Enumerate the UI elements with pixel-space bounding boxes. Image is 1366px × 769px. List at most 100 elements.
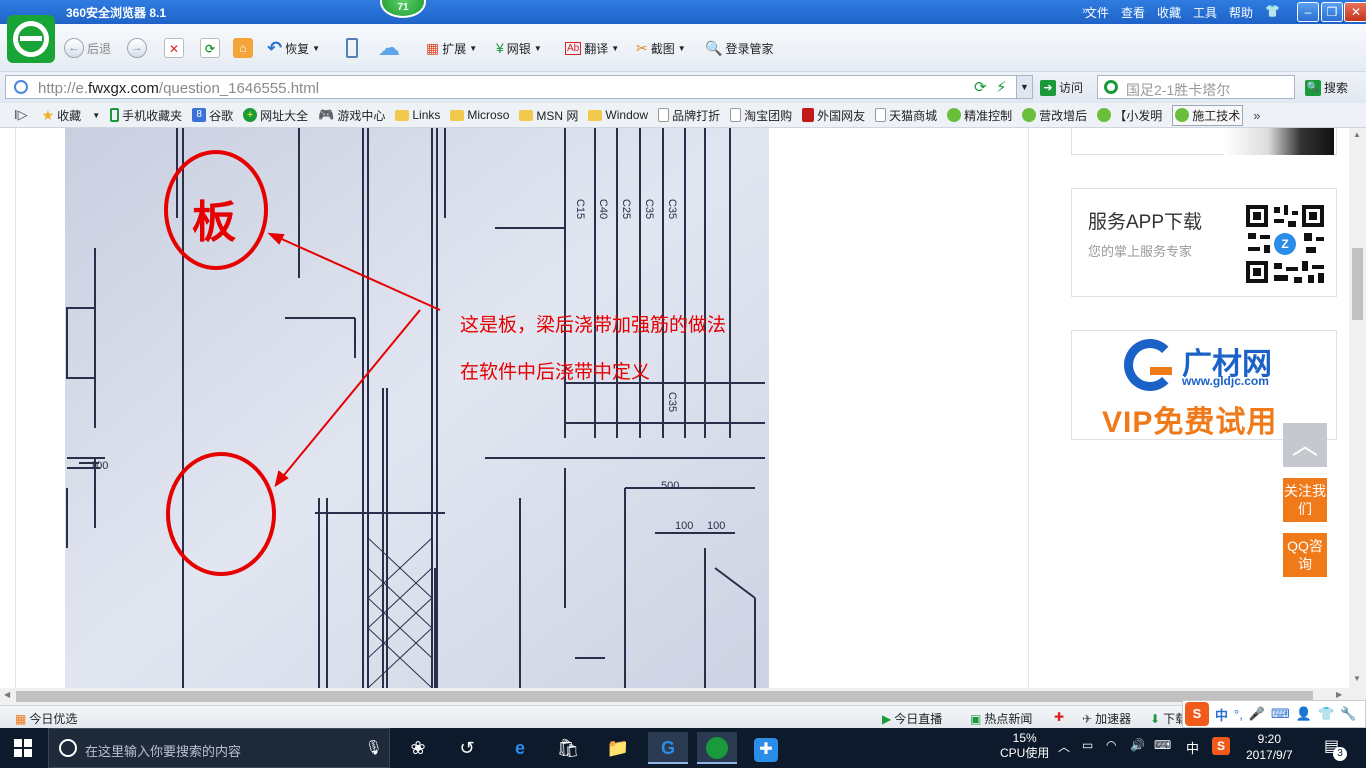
notification-badge[interactable]: 71 <box>380 0 426 18</box>
fav-item-brand[interactable]: 品牌打折 <box>658 107 720 124</box>
360-browser-task-icon[interactable] <box>697 732 737 764</box>
edge-browser-icon[interactable]: e <box>500 732 540 764</box>
home-button[interactable]: ⌂ <box>233 37 253 59</box>
hot-news[interactable]: ▣ 热点新闻 <box>970 710 1032 727</box>
remote-tool-icon[interactable]: ✚ <box>746 732 786 764</box>
today-live[interactable]: ▶ 今日直播 <box>882 710 942 727</box>
wifi-icon[interactable]: ◠ <box>1106 738 1116 752</box>
url-dropdown-icon[interactable]: ▼ <box>1016 76 1032 98</box>
follow-us-button[interactable]: 关注我们 <box>1283 478 1327 522</box>
store-icon[interactable]: 🛍 <box>548 732 588 764</box>
stop-button[interactable]: ✕ <box>164 37 184 59</box>
fav-item-invention[interactable]: 【小发明 <box>1097 107 1162 124</box>
restore-button[interactable]: ❐ <box>1321 2 1343 22</box>
punctuation-icon[interactable]: °, <box>1234 707 1243 722</box>
scroll-left-icon[interactable]: ◀ <box>4 690 10 699</box>
more-favorites-icon[interactable]: » <box>1253 108 1260 123</box>
bank-button[interactable]: ¥ 网银 ▼ <box>496 37 542 59</box>
sidebar-toggle-icon[interactable]: I▷ <box>14 107 28 123</box>
skin-shirt-icon[interactable]: 👕 <box>1265 4 1280 21</box>
windows-start-icon[interactable] <box>14 739 32 757</box>
fav-item-precise[interactable]: 精准控制 <box>947 107 1012 124</box>
lightning-speed-icon[interactable]: ⚡ <box>996 78 1007 96</box>
prev-card[interactable] <box>1071 128 1337 155</box>
cloud-button[interactable]: ☁ <box>378 35 400 60</box>
sogou-tray-icon[interactable]: S <box>1212 737 1230 755</box>
ime-toolbar[interactable]: S 中 °, 🎤 ⌨ 👤 👕 🔧 <box>1182 700 1366 728</box>
fav-item-mobile[interactable]: 手机收藏夹 <box>110 107 182 124</box>
vertical-scrollbar[interactable]: ▲ ▼ <box>1349 128 1366 688</box>
fav-item-games[interactable]: 🎮 游戏中心 <box>318 107 385 124</box>
translate-button[interactable]: Ab 翻译 ▼ <box>565 37 619 59</box>
back-button[interactable]: ← 后退 <box>64 37 111 59</box>
go-button[interactable]: ➜ 访问 <box>1040 79 1083 96</box>
search-engine-icon[interactable] <box>1104 80 1118 94</box>
fav-item-tmall[interactable]: 天猫商城 <box>875 107 937 124</box>
url-field[interactable]: http://e.fwxgx.com/question_1646555.html… <box>5 75 1033 99</box>
taskbar-search-box[interactable]: 在这里输入你要搜索的内容 🎙 <box>48 728 390 768</box>
cortana-app-icon[interactable]: ↺ <box>447 732 487 764</box>
search-input[interactable]: 国足2-1胜卡塔尔 <box>1097 75 1295 99</box>
task-view-icon[interactable]: ❀ <box>398 732 438 764</box>
wrench-icon[interactable]: 🔧 <box>1340 706 1356 722</box>
qr-code-icon[interactable]: Z <box>1244 203 1326 285</box>
screenshot-button[interactable]: ✂ 截图 ▼ <box>636 37 686 59</box>
menu-file[interactable]: 文件 <box>1085 4 1109 21</box>
today-picks[interactable]: ▦ 今日优选 <box>15 710 77 727</box>
microphone-icon[interactable]: 🎙 <box>365 739 383 756</box>
scroll-up-icon[interactable]: ▲ <box>1353 130 1361 139</box>
app-download-card[interactable]: 服务APP下载 您的掌上服务专家 Z <box>1071 188 1337 297</box>
refresh-page-icon[interactable]: ⟳ <box>974 78 987 96</box>
fav-item-links[interactable]: Links <box>395 108 440 122</box>
user-icon[interactable]: 👤 <box>1296 706 1312 722</box>
menu-help[interactable]: 帮助 <box>1229 4 1253 21</box>
fav-item-msn[interactable]: MSN 网 <box>519 107 578 124</box>
fav-item-microsoft[interactable]: Microso <box>450 108 509 122</box>
refresh-button[interactable]: ⟳ <box>200 37 220 59</box>
scroll-down-icon[interactable]: ▼ <box>1353 674 1361 683</box>
horizontal-scroll-thumb[interactable] <box>16 691 1313 702</box>
keyboard-icon[interactable]: ⌨ <box>1271 706 1290 722</box>
restore-session-button[interactable]: ↶ 恢复 ▼ <box>267 37 320 59</box>
cpu-usage[interactable]: 15% CPU使用 <box>1000 731 1049 761</box>
menu-favorites[interactable]: 收藏 <box>1157 4 1181 21</box>
search-button[interactable]: 🔍 搜索 <box>1305 79 1348 96</box>
browser-logo[interactable] <box>7 15 55 63</box>
qq-consult-button[interactable]: QQ咨询 <box>1283 533 1327 577</box>
mobile-button[interactable] <box>346 37 358 59</box>
fav-item-hao[interactable]: + 网址大全 <box>243 107 308 124</box>
scroll-right-icon[interactable]: ▶ <box>1336 690 1342 699</box>
extend-button[interactable]: ▦ 扩展 ▼ <box>426 37 477 59</box>
fav-item-foreign[interactable]: 外国网友 <box>802 107 865 124</box>
tray-expand-icon[interactable]: ︿ <box>1058 738 1070 755</box>
close-button[interactable]: ✕ <box>1344 2 1366 22</box>
login-manager-button[interactable]: 🔍 登录管家 <box>705 37 773 59</box>
minimize-button[interactable]: – <box>1297 2 1319 22</box>
shirt-icon[interactable]: 👕 <box>1318 706 1334 722</box>
keyboard-tray-icon[interactable]: ⌨ <box>1154 738 1171 752</box>
microphone-icon[interactable]: 🎤 <box>1249 706 1265 722</box>
url-text[interactable]: http://e.fwxgx.com/question_1646555.html <box>38 80 319 97</box>
fav-item-windows[interactable]: Window <box>588 108 648 122</box>
fav-item-vat[interactable]: 营改增后 <box>1022 107 1087 124</box>
vertical-scroll-thumb[interactable] <box>1352 248 1363 320</box>
accelerator[interactable]: ✈ 加速器 <box>1082 710 1131 727</box>
menu-tools[interactable]: 工具 <box>1193 4 1217 21</box>
forward-button[interactable]: → <box>127 37 147 59</box>
battery-icon[interactable]: ▭ <box>1082 738 1093 752</box>
menu-view[interactable]: 查看 <box>1121 4 1145 21</box>
fav-item-construction[interactable]: 施工技术 <box>1172 104 1244 126</box>
fav-item-taobao[interactable]: 淘宝团购 <box>730 107 792 124</box>
back-to-top-button[interactable]: ︿ <box>1283 423 1327 467</box>
clock[interactable]: 9:20 2017/9/7 <box>1246 731 1293 763</box>
file-explorer-icon[interactable]: 📁 <box>598 732 638 764</box>
horizontal-scrollbar[interactable]: ◀ ▶ <box>0 688 1366 705</box>
favorites-menu[interactable]: ★ 收藏 ▼ <box>42 107 101 124</box>
volume-icon[interactable]: 🔊 <box>1130 738 1145 752</box>
gldjc-app-icon[interactable]: G <box>648 732 688 764</box>
ime-mode-cn[interactable]: 中 <box>1215 705 1228 724</box>
sogou-s-icon[interactable]: S <box>1185 702 1209 726</box>
fav-item-google[interactable]: 8 谷歌 <box>192 107 233 124</box>
medic-button[interactable]: ✚ <box>1054 710 1064 724</box>
ime-indicator[interactable]: 中 <box>1186 738 1199 757</box>
